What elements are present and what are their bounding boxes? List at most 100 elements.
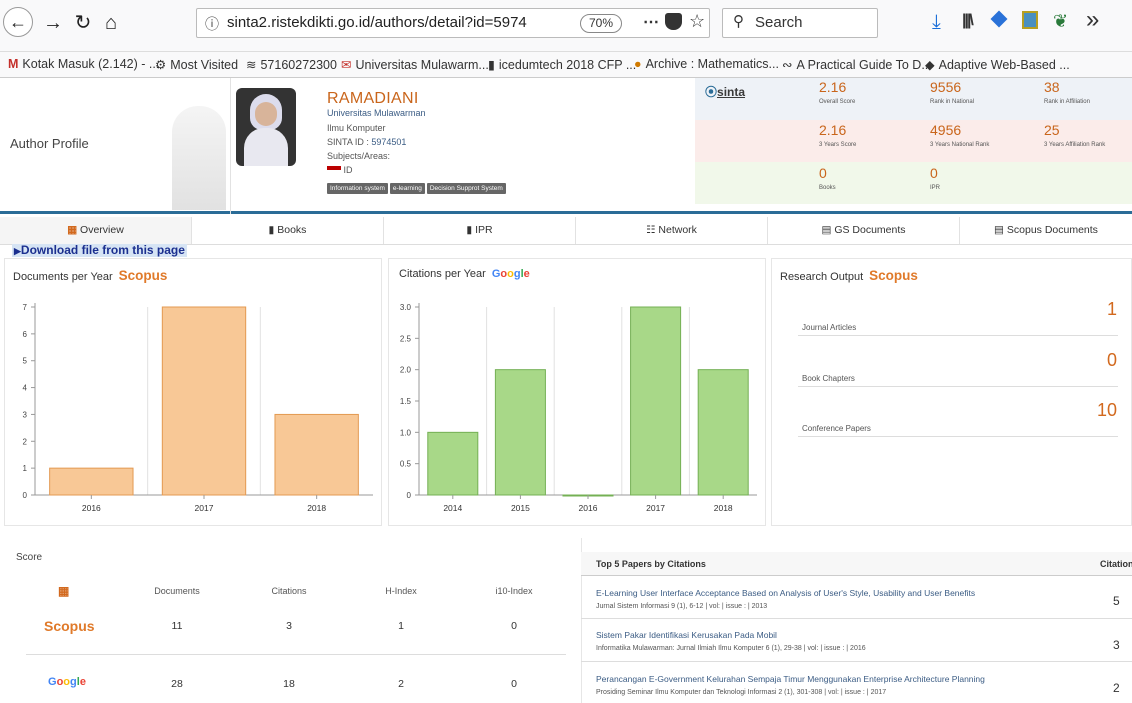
tab-gs-documents[interactable]: ▤ GS Documents	[768, 217, 960, 244]
y-tick-label: 3.0	[400, 303, 412, 312]
y-tick-label: 3	[23, 410, 28, 419]
tab-ipr[interactable]: ▮ IPR	[384, 217, 576, 244]
gear-icon: ⚙	[155, 58, 167, 72]
divider	[26, 654, 566, 655]
bookmarks-bar: M Kotak Masuk (2.142) - ... ⚙ Most Visited…	[0, 52, 1132, 78]
book-chapters-label: Book Chapters	[802, 374, 855, 383]
extension-leaf-icon[interactable]: ❦	[1053, 11, 1068, 32]
author-profile-header: Author Profile RAMADIANI Universitas Mul…	[0, 78, 1132, 214]
panel-title: Citations per Year Google	[399, 268, 530, 280]
document-icon: ▤	[821, 224, 832, 236]
forward-arrow-icon[interactable]: →	[40, 10, 66, 36]
citations-chart: 0 0.5 1.0 1.5 2.0 2.5 3.0 2014 2015 2016 2017 2018	[400, 303, 757, 513]
divider	[581, 618, 1132, 619]
y-tick-label: 2.0	[400, 366, 412, 375]
bar-chart-icon: ▦	[58, 584, 70, 598]
author-name[interactable]: RAMADIANI	[327, 90, 419, 108]
page-actions-icon[interactable]: ⋯	[643, 12, 659, 32]
book-chapters-count: 0	[1106, 350, 1117, 370]
y-tick-label: 4	[23, 384, 28, 393]
ipr-label: IPR	[930, 185, 941, 191]
citations-per-year-panel: Citations per Year Google 0 0.5 1.0 1.5 2.0 2.…	[388, 258, 766, 526]
pocket-icon[interactable]	[665, 13, 682, 30]
bookmark-rss[interactable]: ≋ 57160272300	[246, 57, 337, 72]
photo-face	[255, 102, 277, 126]
divider	[798, 335, 1118, 336]
stats-row-3year	[695, 120, 1132, 162]
panel-title: Research Output Scopus	[780, 268, 918, 283]
paper-title[interactable]: E-Learning User Interface Acceptance Bas…	[596, 588, 975, 598]
bar	[427, 431, 479, 496]
affiliation-rank-label: Rank in Affiliation	[1044, 99, 1090, 105]
paper-meta: Prosiding Seminar Ilmu Komputer dan Tekn…	[596, 689, 887, 696]
y-tick-label: 0.5	[400, 460, 412, 469]
book-icon: ▮	[268, 224, 275, 236]
bookmark-gmail[interactable]: M Kotak Masuk (2.142) - ...	[8, 57, 159, 71]
zoom-indicator[interactable]: 70%	[580, 14, 623, 33]
conference-papers-count: 10	[1096, 400, 1117, 420]
url-text: sinta2.ristekdikti.go.id/authors/detail?…	[227, 14, 527, 31]
flag-icon	[327, 166, 341, 174]
search-input[interactable]: Search	[722, 8, 878, 38]
books-value: 0	[819, 165, 827, 181]
journal-articles-label: Journal Articles	[802, 323, 857, 332]
bookmark-unmul-mail[interactable]: ✉ Universitas Mulawarm...	[341, 57, 489, 72]
bar	[49, 467, 134, 496]
sinta-logo: ⦿sinta	[705, 85, 746, 99]
divider	[230, 78, 231, 214]
research-output-panel: Research Output Scopus 1 Journal Articles…	[771, 258, 1132, 526]
subject-tags: Information system e-learning Decision Sup…	[327, 182, 508, 194]
y-tick-label: 2	[23, 437, 28, 446]
overflow-menu-icon[interactable]: »	[1086, 6, 1099, 34]
bookmark-star-icon[interactable]: ☆	[689, 11, 705, 32]
tab-overview[interactable]: ▦ Overview	[0, 217, 192, 244]
x-tick-label: 2016	[82, 503, 101, 513]
url-bar[interactable]: ⓘ sinta2.ristekdikti.go.id/authors/detai…	[196, 8, 710, 38]
bookmark-adaptive-web[interactable]: ◆ Adaptive Web-Based ...	[925, 57, 1070, 72]
tab-scopus-documents[interactable]: ▤ Scopus Documents	[960, 217, 1132, 244]
divider	[798, 436, 1118, 437]
home-icon[interactable]: ⌂	[98, 10, 124, 36]
x-tick-label: 2014	[443, 503, 462, 513]
scopus-h-index: 1	[398, 620, 404, 632]
mail-icon: ✉	[341, 58, 352, 72]
divider	[798, 386, 1118, 387]
sinta-id: SINTA ID : 5974501	[327, 137, 407, 147]
info-icon[interactable]: ⓘ	[205, 14, 219, 34]
y-tick-label: 1	[23, 464, 28, 473]
score-header-h-index: H-Index	[385, 586, 417, 596]
bar	[630, 306, 682, 496]
tab-network[interactable]: ☷ Network	[576, 217, 768, 244]
subject-tag[interactable]: Information system	[327, 183, 388, 194]
paper-title[interactable]: Perancangan E-Government Kelurahan Sempa…	[596, 674, 985, 684]
paper-title[interactable]: Sistem Pakar Identifikasi Kerusakan Pada…	[596, 630, 777, 640]
play-icon: ▶	[14, 246, 21, 256]
scopus-logo: Scopus	[869, 268, 918, 283]
back-arrow-icon[interactable]: ←	[3, 7, 33, 37]
library-icon[interactable]: |||\	[962, 12, 974, 30]
bookmark-archive-math[interactable]: ● Archive : Mathematics...	[634, 57, 779, 71]
x-tick-label: 2017	[646, 503, 665, 513]
bar	[274, 413, 359, 496]
google-i10-index: 0	[511, 678, 517, 690]
bookmark-most-visited[interactable]: ⚙ Most Visited	[155, 57, 238, 72]
download-file-link[interactable]: ▶Download file from this page	[12, 244, 187, 257]
subject-tag[interactable]: e-learning	[389, 183, 425, 194]
subject-tag[interactable]: Decision Supprot System	[426, 183, 506, 194]
tab-books[interactable]: ▮ Books	[192, 217, 384, 244]
download-icon[interactable]: ⤓	[932, 11, 941, 34]
bookmark-practical-guide[interactable]: ∾ A Practical Guide To D...	[782, 57, 932, 72]
extension-notes-icon[interactable]	[1022, 11, 1038, 29]
bar	[697, 369, 749, 496]
score-header-citations: Citations	[271, 586, 307, 596]
journal-articles-count: 1	[1106, 299, 1117, 319]
author-department: Ilmu Komputer	[327, 123, 386, 133]
overall-score-value: 2.16	[819, 79, 847, 95]
extension-diamond-icon[interactable]	[990, 10, 1008, 28]
divider	[581, 661, 1132, 662]
bookmark-icedumtech[interactable]: ▮ icedumtech 2018 CFP ...	[488, 57, 636, 72]
google-citations: 18	[283, 678, 295, 690]
author-university[interactable]: Universitas Mulawarman	[327, 108, 426, 118]
reload-icon[interactable]: ↻	[70, 10, 96, 36]
google-h-index: 2	[398, 678, 404, 690]
